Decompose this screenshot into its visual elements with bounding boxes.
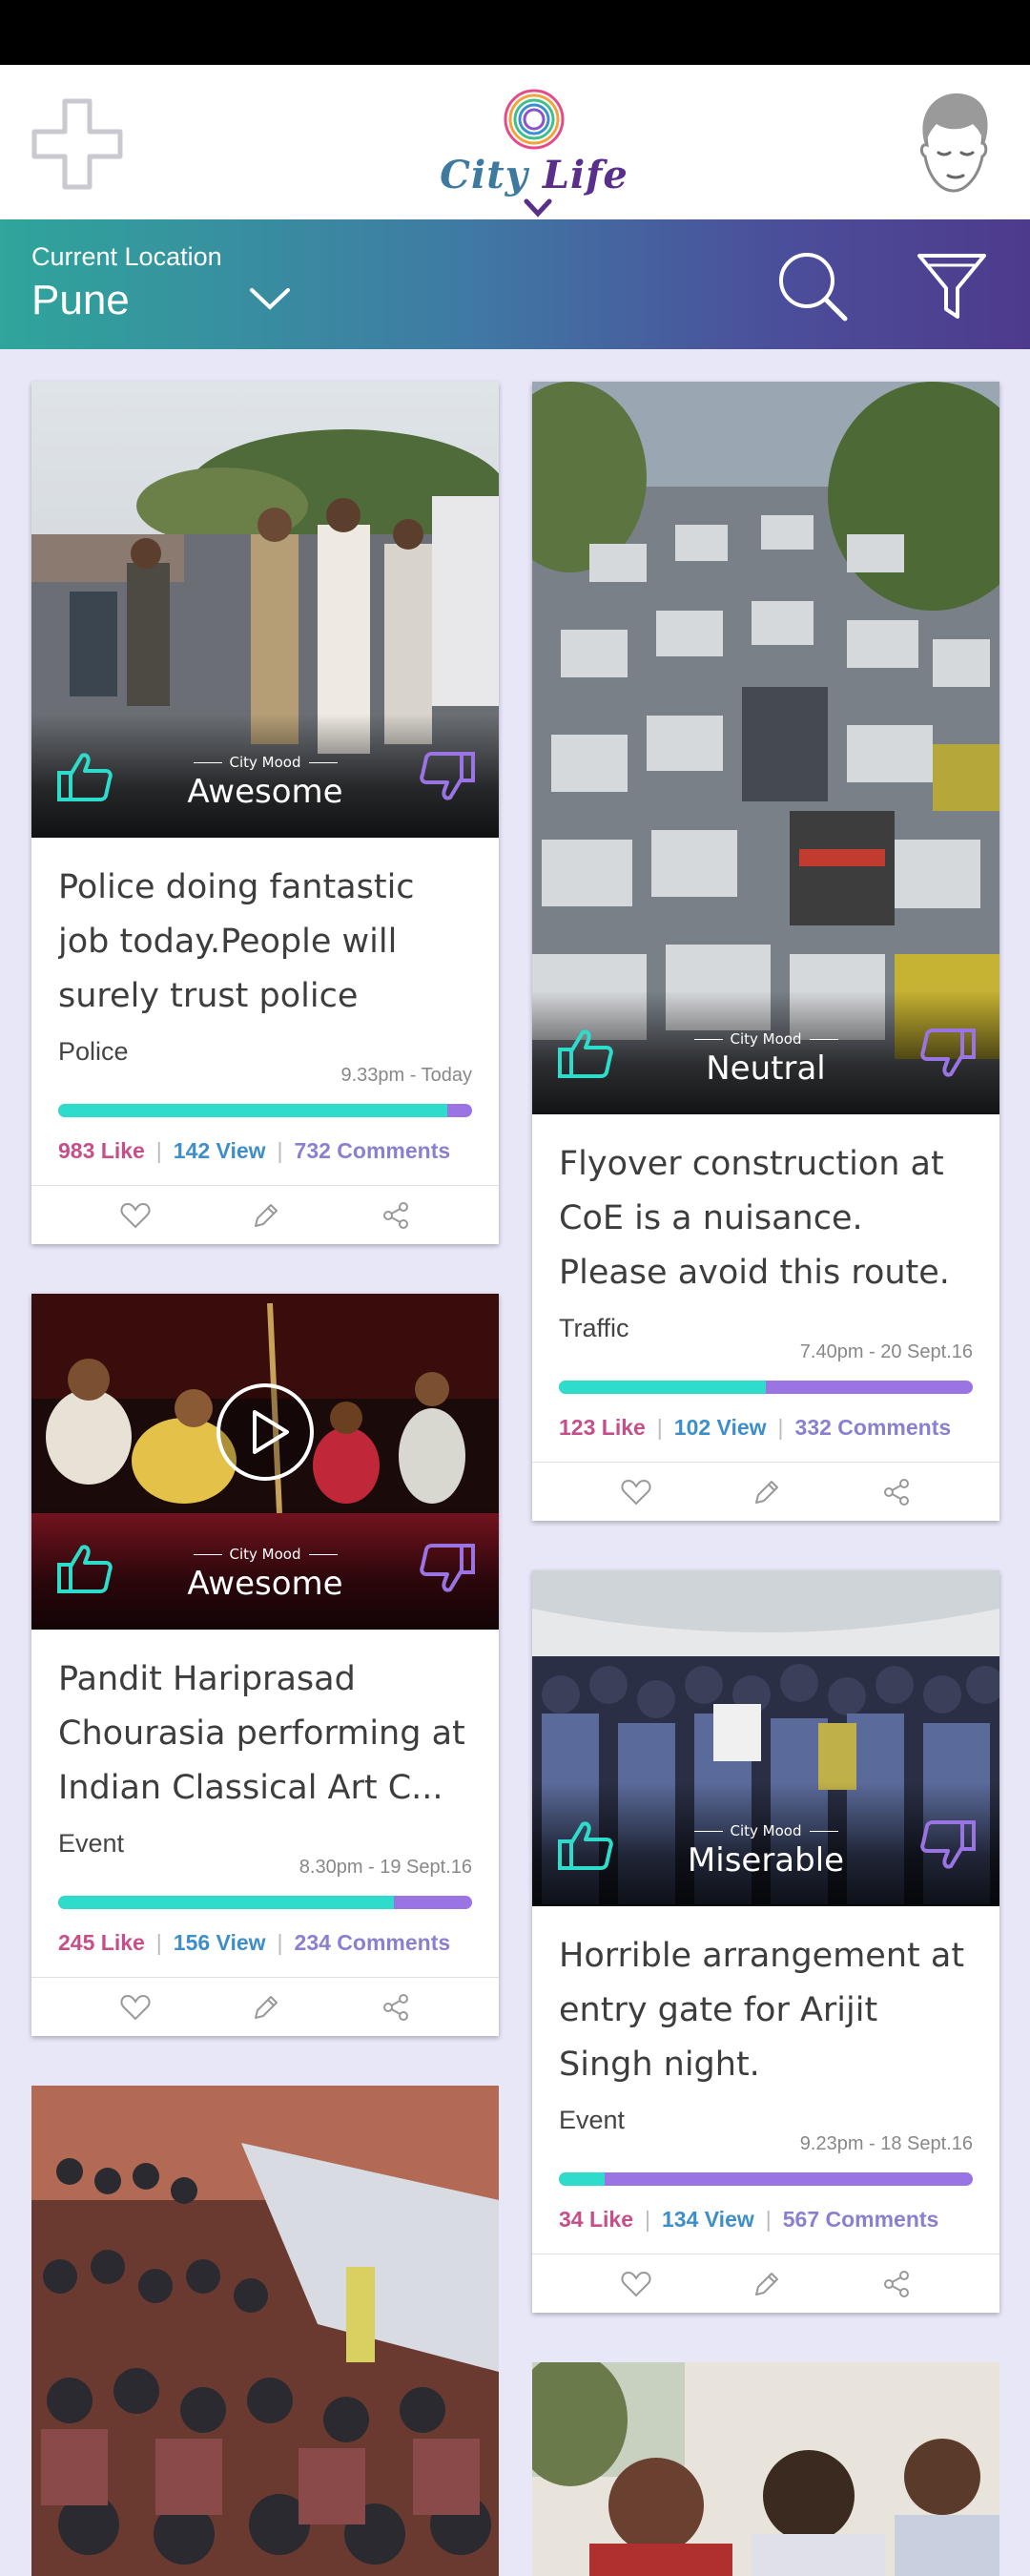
share-icon[interactable] xyxy=(381,1993,410,2022)
post-title[interactable]: Pandit Hariprasad Chourasia performing a… xyxy=(58,1652,472,1816)
post-actions xyxy=(532,2254,999,2313)
like-count: 245 Like xyxy=(58,1930,145,1955)
comment-count[interactable]: 567 Comments xyxy=(783,2207,939,2232)
play-icon[interactable] xyxy=(215,1381,316,1483)
post-card[interactable]: City Mood Awesome Pandit Hariprasad Chou… xyxy=(31,1294,499,2036)
like-count: 34 Like xyxy=(559,2207,633,2232)
view-count: 102 View xyxy=(673,1415,767,1440)
app-header: City Life xyxy=(0,65,1030,219)
mood-progress-bar xyxy=(559,2172,973,2186)
post-title[interactable]: Horrible arrangement at entry gate for A… xyxy=(559,1929,973,2092)
post-image: City Mood Neutral xyxy=(532,382,999,1114)
heart-icon[interactable] xyxy=(621,2271,651,2297)
post-card[interactable] xyxy=(532,2362,999,2576)
post-timestamp: 7.40pm - 20 Sept.16 xyxy=(799,1341,973,1362)
heart-icon[interactable] xyxy=(621,1479,651,1506)
heart-icon[interactable] xyxy=(120,1994,151,2021)
post-actions xyxy=(31,1977,499,2036)
post-stats: 123 Like | 102 View | 332 Comments xyxy=(559,1415,952,1440)
post-category: Event xyxy=(58,1829,125,1858)
user-avatar-icon[interactable] xyxy=(906,86,1001,200)
pencil-icon[interactable] xyxy=(252,1993,280,2022)
post-card[interactable]: City Mood Miserable Horrible arrangement… xyxy=(532,1570,999,2313)
comment-count[interactable]: 234 Comments xyxy=(295,1930,451,1955)
post-actions xyxy=(31,1185,499,1244)
post-stats: 983 Like | 142 View | 732 Comments xyxy=(58,1138,451,1163)
thumbs-down-icon[interactable] xyxy=(919,1818,977,1872)
post-title[interactable]: Flyover construction at CoE is a nuisanc… xyxy=(559,1137,973,1300)
post-card[interactable]: City Mood Awesome Police doing fantastic… xyxy=(31,382,499,1244)
post-category: Event xyxy=(559,2106,626,2134)
post-title[interactable]: Police doing fantastic job today.People … xyxy=(58,861,472,1024)
chevron-down-icon[interactable] xyxy=(248,284,292,313)
post-card[interactable]: City Mood Neutral Flyover construction a… xyxy=(532,382,999,1521)
share-icon[interactable] xyxy=(381,1201,410,1230)
thumbs-down-icon[interactable] xyxy=(419,750,476,803)
heart-icon[interactable] xyxy=(120,1202,151,1229)
status-bar xyxy=(0,0,1030,65)
view-count: 156 View xyxy=(173,1930,266,1955)
location-label: Current Location xyxy=(31,242,222,271)
comment-count[interactable]: 732 Comments xyxy=(295,1138,451,1163)
post-stats: 245 Like | 156 View | 234 Comments xyxy=(58,1930,451,1955)
post-timestamp: 8.30pm - 19 Sept.16 xyxy=(299,1857,472,1878)
share-icon[interactable] xyxy=(882,1478,911,1506)
plus-icon[interactable] xyxy=(27,93,128,195)
mood-progress-bar xyxy=(58,1896,472,1909)
app-logo[interactable]: City Life xyxy=(420,86,649,218)
mood-progress-bar xyxy=(58,1104,472,1117)
like-count: 983 Like xyxy=(58,1138,145,1163)
location-bar: Current Location Pune xyxy=(0,219,1030,349)
app-title: City Life xyxy=(440,153,628,197)
view-count: 134 View xyxy=(661,2207,754,2232)
chevron-down-icon[interactable] xyxy=(524,198,552,218)
search-icon[interactable] xyxy=(774,248,851,324)
post-image: City Mood Miserable xyxy=(532,1570,999,1906)
pencil-icon[interactable] xyxy=(752,2270,781,2298)
campus-crowd-photo xyxy=(31,2086,499,2576)
people-photo xyxy=(532,2362,999,2576)
comment-count[interactable]: 332 Comments xyxy=(795,1415,952,1440)
thumbs-down-icon[interactable] xyxy=(919,1027,977,1080)
post-category: Police xyxy=(58,1037,129,1066)
mood-progress-fill xyxy=(559,2172,605,2186)
view-count: 142 View xyxy=(173,1138,266,1163)
post-image: City Mood Awesome xyxy=(31,1294,499,1630)
mood-progress-fill xyxy=(559,1381,766,1394)
post-timestamp: 9.23pm - 18 Sept.16 xyxy=(799,2133,973,2154)
location-city[interactable]: Pune xyxy=(31,277,130,324)
filter-icon[interactable] xyxy=(916,248,988,324)
logo-rings-icon xyxy=(504,89,565,150)
mood-progress-bar xyxy=(559,1381,973,1394)
share-icon[interactable] xyxy=(882,2270,911,2298)
app-name-city: City xyxy=(440,153,528,197)
post-stats: 34 Like | 134 View | 567 Comments xyxy=(559,2207,939,2232)
thumbs-down-icon[interactable] xyxy=(419,1542,476,1595)
post-timestamp: 9.33pm - Today xyxy=(340,1065,473,1086)
like-count: 123 Like xyxy=(559,1415,646,1440)
post-image: City Mood Awesome xyxy=(31,382,499,838)
mood-progress-fill xyxy=(58,1896,394,1909)
post-card[interactable] xyxy=(31,2086,499,2576)
post-actions xyxy=(532,1462,999,1521)
mood-progress-fill xyxy=(58,1104,447,1117)
app-name-life: Life xyxy=(542,153,628,197)
pencil-icon[interactable] xyxy=(252,1201,280,1230)
pencil-icon[interactable] xyxy=(752,1478,781,1506)
post-category: Traffic xyxy=(559,1314,629,1342)
